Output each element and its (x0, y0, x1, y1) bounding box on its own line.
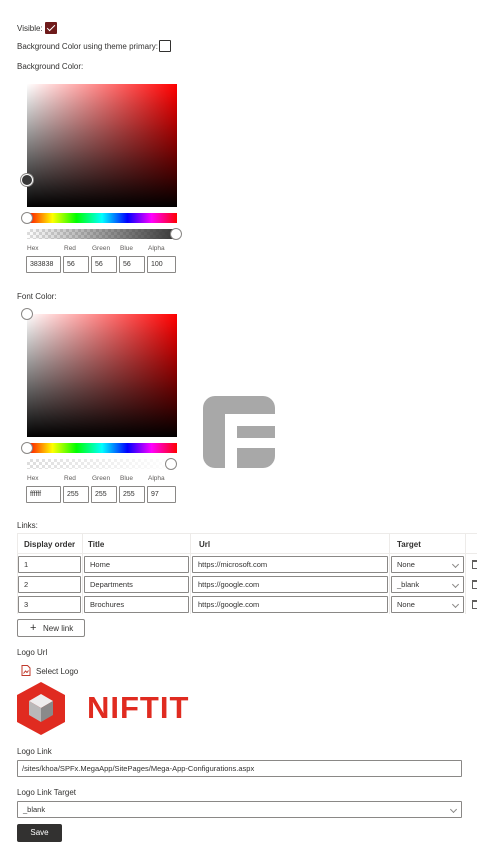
link-url-input[interactable]: https://microsoft.com (192, 556, 388, 573)
font-saturation-thumb[interactable] (21, 308, 33, 320)
font-hue-thumb[interactable] (21, 442, 33, 454)
font-green-input[interactable]: 255 (91, 486, 117, 503)
watermark-icon (203, 396, 275, 468)
link-title-input[interactable]: Departments (84, 576, 189, 593)
save-button[interactable]: Save (17, 824, 62, 842)
link-target-dropdown[interactable]: None (391, 596, 464, 613)
bg-hex-input[interactable]: 383838 (26, 256, 61, 273)
chevron-down-icon (451, 560, 460, 569)
font-blue-label: Blue (120, 475, 134, 482)
link-target-value: _blank (397, 580, 420, 589)
visible-checkbox[interactable] (45, 22, 57, 34)
font-red-input[interactable]: 255 (63, 486, 89, 503)
font-hex-input[interactable]: ffffff (26, 486, 61, 503)
font-red-label: Red (64, 475, 76, 482)
bg-blue-label: Blue (120, 245, 134, 252)
font-alpha-thumb[interactable] (165, 458, 177, 470)
font-alpha-input[interactable]: 97 (147, 486, 176, 503)
logo-link-target-label: Logo Link Target (17, 788, 77, 797)
bg-red-label: Red (64, 245, 76, 252)
file-image-icon[interactable] (21, 665, 31, 676)
link-target-dropdown[interactable]: None (391, 556, 464, 573)
bg-green-input[interactable]: 56 (91, 256, 117, 273)
link-target-dropdown[interactable]: _blank (391, 576, 464, 593)
visible-label: Visible: (17, 24, 43, 33)
col-title[interactable]: Title (88, 540, 104, 549)
bg-green-label: Green (92, 245, 111, 252)
select-logo-button[interactable]: Select Logo (36, 667, 78, 676)
logo-cube-icon (17, 682, 65, 735)
link-order-input[interactable]: 2 (18, 576, 81, 593)
font-color-label: Font Color: (17, 292, 57, 301)
bg-saturation-area[interactable] (27, 84, 177, 207)
add-icon: + (30, 622, 37, 634)
link-order-input[interactable]: 1 (18, 556, 81, 573)
font-hex-label: Hex (27, 475, 39, 482)
background-color-label: Background Color: (17, 62, 84, 71)
font-alpha-slider[interactable] (27, 459, 177, 469)
chevron-down-icon (451, 580, 460, 589)
bg-red-input[interactable]: 56 (63, 256, 89, 273)
font-green-label: Green (92, 475, 111, 482)
new-link-button[interactable]: + New link (17, 619, 85, 637)
bg-saturation-thumb[interactable] (21, 174, 33, 186)
bg-theme-checkbox[interactable] (159, 40, 171, 52)
bg-hue-thumb[interactable] (21, 212, 33, 224)
bg-alpha-slider[interactable] (27, 229, 177, 239)
links-label: Links: (17, 521, 38, 530)
logo-link-target-value: _blank (23, 805, 46, 814)
logo-url-label: Logo Url (17, 648, 48, 657)
link-target-value: None (397, 600, 415, 609)
font-saturation-area[interactable] (27, 314, 177, 437)
delete-icon[interactable] (472, 600, 477, 609)
col-url[interactable]: Url (199, 540, 210, 549)
bg-alpha-thumb[interactable] (170, 228, 182, 240)
brand-logo-text: NIFTIT (87, 690, 190, 725)
bg-theme-label: Background Color using theme primary: (17, 42, 158, 51)
link-order-input[interactable]: 3 (18, 596, 81, 613)
bg-hue-slider[interactable] (27, 213, 177, 223)
delete-icon[interactable] (472, 580, 477, 589)
new-link-label: New link (43, 624, 74, 633)
chevron-down-icon (451, 600, 460, 609)
logo-link-input[interactable]: /sites/khoa/SPFx.MegaApp/SitePages/Mega-… (17, 760, 462, 777)
font-blue-input[interactable]: 255 (119, 486, 145, 503)
bg-blue-input[interactable]: 56 (119, 256, 145, 273)
link-title-input[interactable]: Home (84, 556, 189, 573)
col-display-order[interactable]: Display order (24, 540, 75, 549)
link-url-input[interactable]: https://google.com (192, 596, 388, 613)
logo-link-label: Logo Link (17, 747, 52, 756)
col-target[interactable]: Target (397, 540, 421, 549)
bg-alpha-input[interactable]: 100 (147, 256, 176, 273)
chevron-down-icon (449, 805, 458, 814)
link-title-input[interactable]: Brochures (84, 596, 189, 613)
font-alpha-label: Alpha (148, 475, 165, 482)
delete-icon[interactable] (472, 560, 477, 569)
bg-alpha-label: Alpha (148, 245, 165, 252)
link-url-input[interactable]: https://google.com (192, 576, 388, 593)
logo-link-target-dropdown[interactable]: _blank (17, 801, 462, 818)
font-hue-slider[interactable] (27, 443, 177, 453)
bg-hex-label: Hex (27, 245, 39, 252)
link-target-value: None (397, 560, 415, 569)
